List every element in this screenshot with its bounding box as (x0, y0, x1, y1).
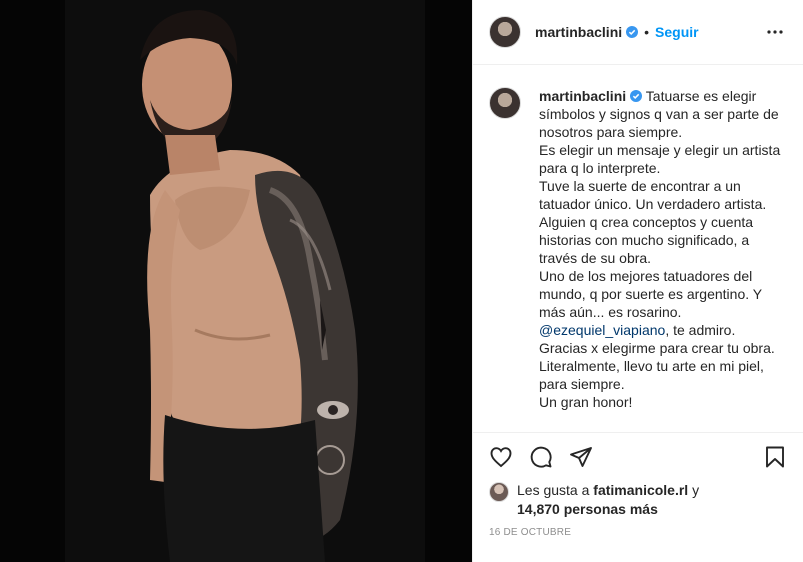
mention-link[interactable]: @ezequiel_viapiano (539, 322, 665, 338)
caption-line: historias con mucho significado, a (539, 232, 750, 248)
likes-text: Les gusta a fatimanicole.rl y 14,870 per… (517, 481, 699, 519)
verified-badge-icon (630, 90, 643, 102)
verified-badge-icon (626, 26, 639, 38)
caption-section: martinbaclini Tatuarse es elegir símbolo… (473, 65, 803, 433)
caption-line: mundo, q por suerte es argentino. Y (539, 286, 763, 302)
liker-avatar[interactable] (489, 482, 509, 502)
caption-username[interactable]: martinbaclini (539, 88, 626, 104)
header-separator: • (644, 24, 650, 40)
paper-plane-icon[interactable] (569, 445, 593, 469)
comment-bubble-icon[interactable] (529, 445, 553, 469)
author-avatar[interactable] (489, 16, 521, 48)
caption-line: Tuve la suerte de encontrar a un (539, 178, 741, 194)
caption-line: símbolos y signos q van a ser parte de (539, 106, 779, 122)
heart-icon[interactable] (489, 445, 513, 469)
post-image (0, 0, 472, 562)
post-header: martinbaclini • Seguir (473, 0, 803, 65)
bookmark-icon[interactable] (763, 445, 787, 469)
caption-line: Tatuarse es elegir (645, 88, 757, 104)
caption-line: Un gran honor! (539, 394, 633, 410)
liker-username[interactable]: fatimanicole.rl (593, 482, 688, 498)
action-bar (473, 433, 803, 481)
caption-line: nosotros para siempre. (539, 124, 683, 140)
likes-count[interactable]: 14,870 personas más (517, 501, 658, 517)
caption-text: martinbaclini Tatuarse es elegir símbolo… (539, 87, 787, 432)
caption-line: para q lo interprete. (539, 160, 661, 176)
likes-and: y (688, 482, 700, 498)
caption-line: Es elegir un mensaje y elegir un artista (539, 142, 781, 158)
likes-prefix: Les gusta a (517, 482, 594, 498)
caption-line: para siempre. (539, 376, 625, 392)
likes-summary: Les gusta a fatimanicole.rl y 14,870 per… (473, 481, 803, 519)
mention-suffix: , te admiro. (665, 322, 736, 338)
post-photo[interactable] (0, 0, 472, 562)
caption-line: través de su obra. (539, 250, 652, 266)
caption-line: Uno de los mejores tatuadores del (539, 268, 753, 284)
caption-line: Literalmente, llevo tu arte en mi piel, (539, 358, 764, 374)
post-sidebar: martinbaclini • Seguir martinbaclini Tat… (472, 0, 803, 562)
caption-line: Alguien q crea conceptos y cuenta (539, 214, 754, 230)
caption-line: Gracias x elegirme para crear tu obra. (539, 340, 775, 356)
more-options-icon[interactable] (763, 20, 787, 44)
caption-author-avatar[interactable] (489, 87, 521, 119)
caption-mention-line: @ezequiel_viapiano, te admiro. (539, 321, 787, 339)
post-date[interactable]: 16 DE OCTUBRE (473, 519, 803, 538)
author-username[interactable]: martinbaclini (535, 24, 622, 40)
caption-line: tatuador único. Un verdadero artista. (539, 196, 767, 212)
follow-button[interactable]: Seguir (655, 24, 699, 40)
caption-line: más aún... es rosarino. (539, 304, 682, 320)
